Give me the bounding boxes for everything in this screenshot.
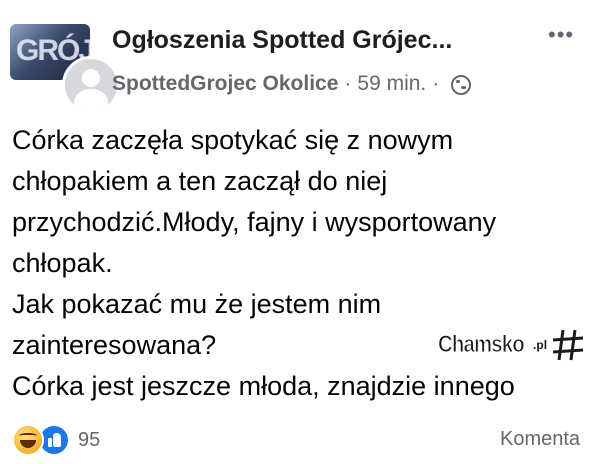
more-horizontal-icon[interactable]: ••• — [548, 22, 574, 48]
post-line: Córka zaczęła spotykać się z nowym — [12, 125, 454, 155]
facebook-post: GRÓJ Ogłoszenia Spotted Grójec... ••• Sp… — [0, 0, 600, 464]
post-line: chłopakiem a ten zaczął do niej — [12, 166, 388, 196]
comments-link[interactable]: Komenta — [500, 428, 580, 451]
avatar-head — [82, 69, 100, 87]
post-line: przychodzić.Młody, fajny i wysportowany — [12, 207, 497, 237]
chamsko-watermark: Chamsko .pl — [438, 328, 585, 362]
post-text: Córka zaczęła spotykać się z nowym chłop… — [12, 120, 600, 407]
watermark-hash-icon — [552, 329, 584, 361]
reactions-summary[interactable]: 95 — [12, 424, 100, 456]
meta-separator: · — [344, 72, 352, 95]
author-name-link[interactable]: SpottedGrojec Okolice — [112, 72, 338, 96]
meta-separator-2: · — [432, 72, 440, 95]
haha-icon — [12, 424, 44, 456]
group-avatar[interactable]: GRÓJ — [10, 24, 120, 114]
post-meta: SpottedGrojec Okolice · 59 min. · — [112, 72, 472, 96]
watermark-suffix: .pl — [533, 338, 548, 352]
avatar-body — [74, 89, 108, 111]
globe-icon — [451, 75, 472, 95]
post-line: chłopak. — [12, 248, 113, 278]
group-name-link[interactable]: Ogłoszenia Spotted Grójec... — [112, 26, 452, 55]
watermark-text: Chamsko — [438, 331, 526, 359]
post-time-link[interactable]: 59 min. — [357, 72, 426, 96]
post-line: Córka jest jeszcze młoda, znajdzie inneg… — [12, 371, 515, 401]
reaction-count: 95 — [78, 428, 101, 451]
post-line: Jak pokazać mu że jestem nim — [12, 289, 382, 319]
